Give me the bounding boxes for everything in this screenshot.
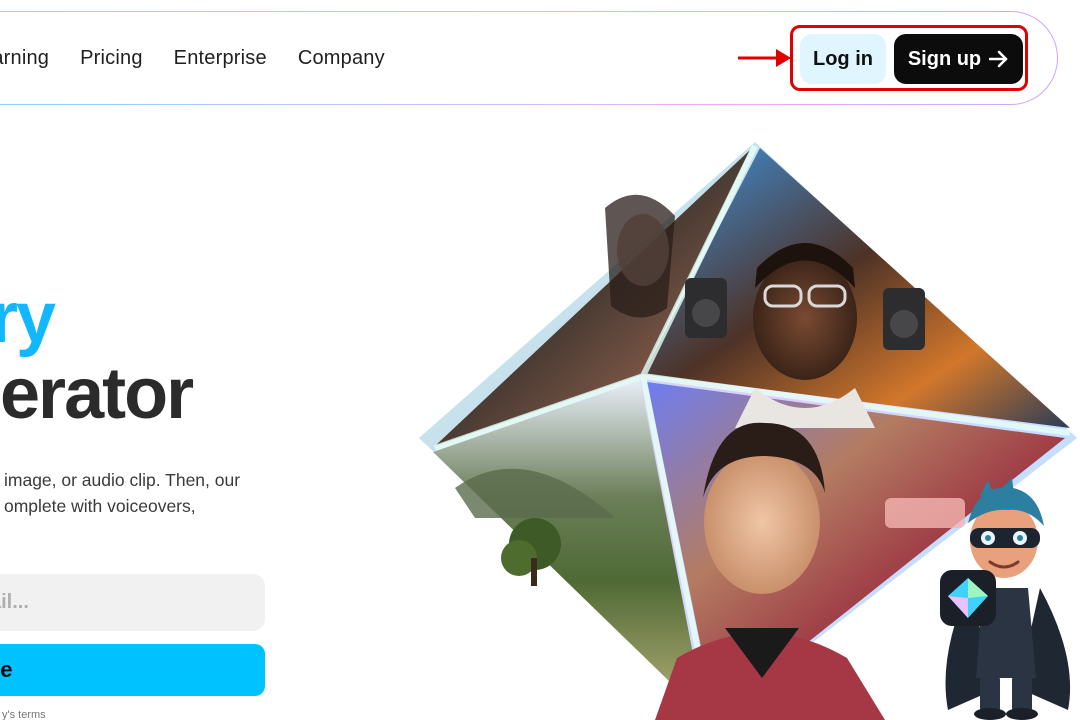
red-arrow-icon: [738, 49, 791, 67]
hero-title-line-1: ry: [0, 278, 56, 358]
nav-link-pricing[interactable]: Pricing: [80, 47, 143, 70]
nav-link-learning[interactable]: earning: [0, 47, 49, 70]
nav-link-company[interactable]: Company: [298, 47, 385, 70]
get-started-free-button[interactable]: ee: [0, 644, 265, 696]
hero-title-line-2: erator: [0, 354, 194, 434]
cta-button-label: ee: [0, 657, 13, 682]
signup-button[interactable]: Sign up: [894, 34, 1023, 84]
login-button-label: Log in: [813, 47, 873, 70]
login-button[interactable]: Log in: [800, 34, 886, 84]
email-input-placeholder: ail...: [0, 591, 29, 613]
landing-page: earning Pricing Enterprise Company Log i…: [0, 0, 1080, 720]
arrow-right-icon: [989, 50, 1008, 68]
signup-button-label: Sign up: [907, 47, 982, 70]
email-input[interactable]: ail...: [0, 574, 265, 631]
hero-subtitle: image, or audio clip. Then, our omplete …: [4, 470, 241, 516]
nav-links: earning Pricing Enterprise Company: [0, 12, 385, 104]
mascot-character: [940, 478, 1071, 720]
nav-link-enterprise[interactable]: Enterprise: [174, 47, 267, 70]
terms-text: y's terms: [2, 709, 46, 720]
